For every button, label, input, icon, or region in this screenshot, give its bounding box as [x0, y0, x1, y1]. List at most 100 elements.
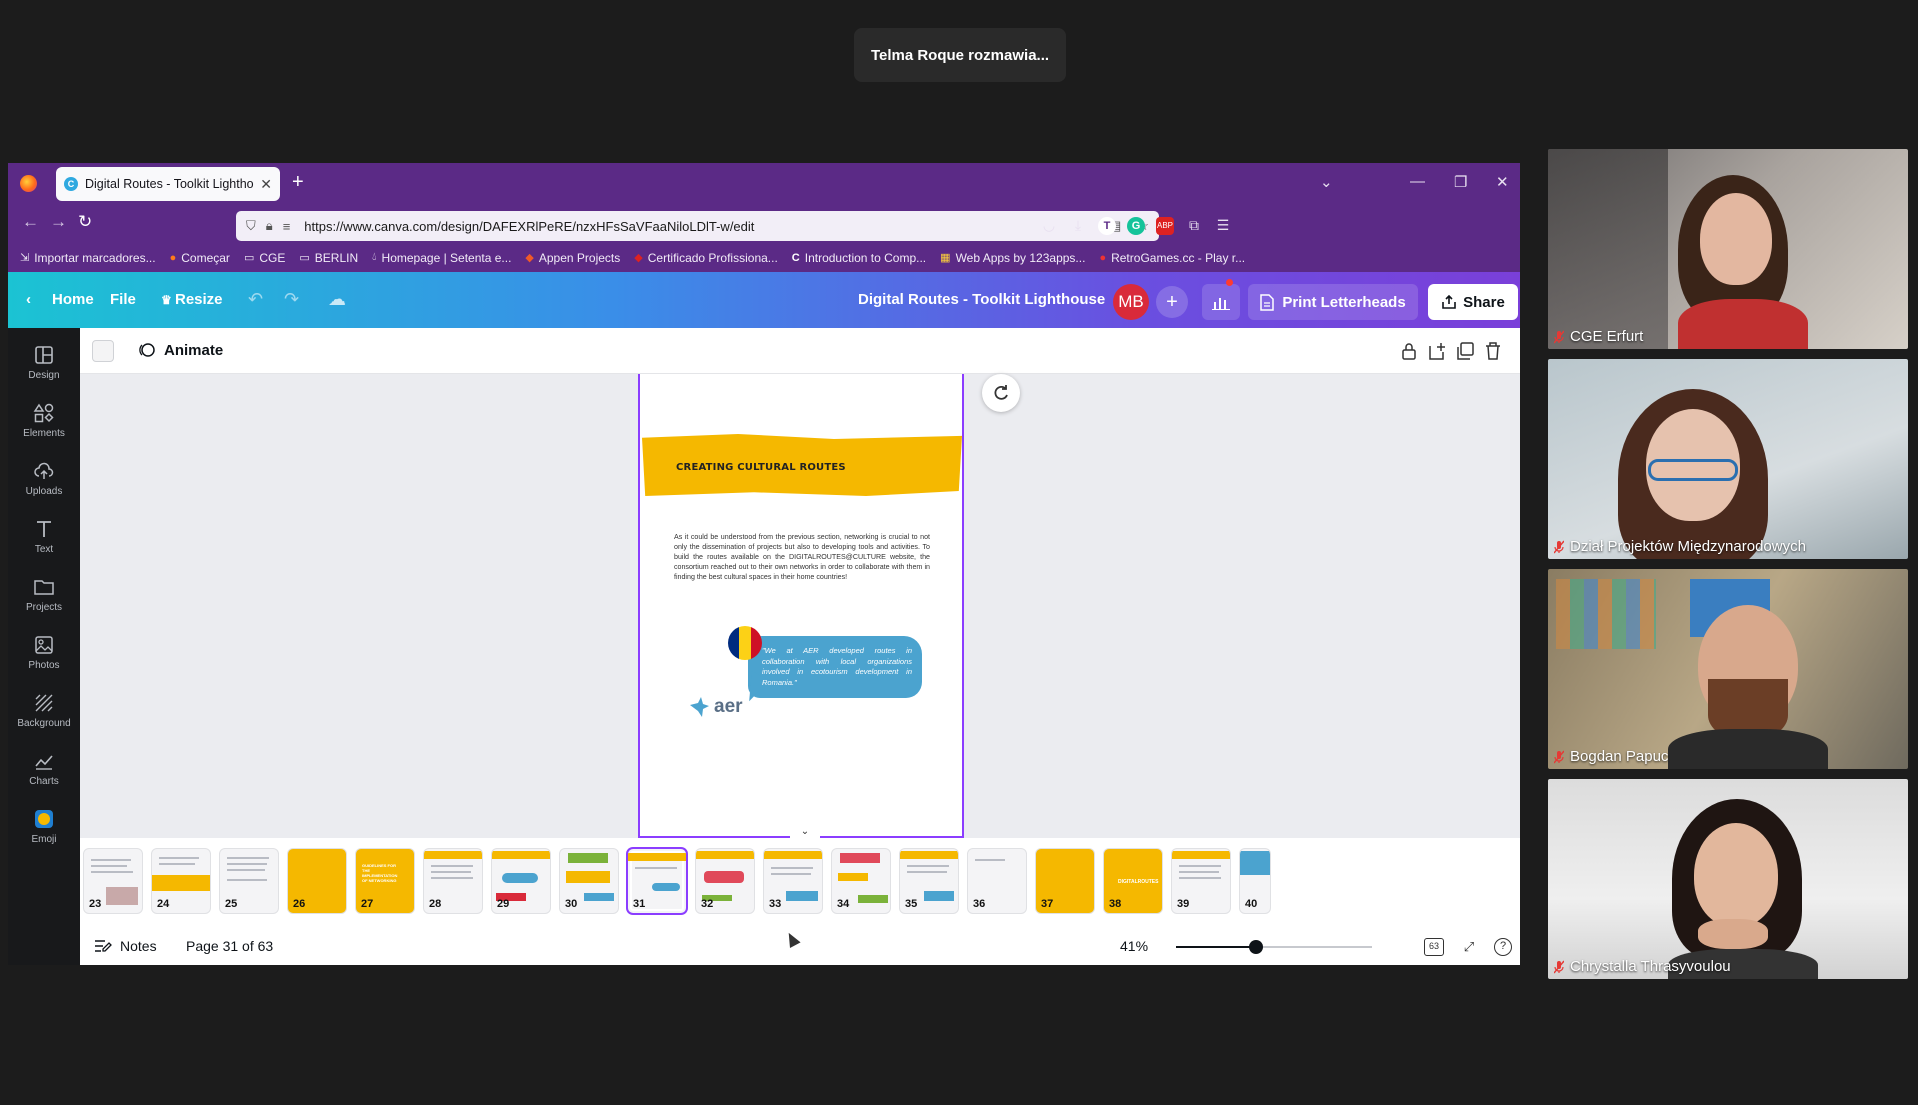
- rail-photos[interactable]: Photos: [8, 634, 80, 671]
- new-tab-icon[interactable]: +: [292, 171, 304, 194]
- page-thumbnail[interactable]: 39: [1172, 849, 1230, 913]
- rail-emoji[interactable]: Emoji: [8, 808, 80, 845]
- reload-icon[interactable]: ↻: [78, 212, 92, 232]
- extension-t-icon[interactable]: T: [1098, 217, 1116, 235]
- page-thumbnail[interactable]: DIGITALROUTES 38: [1104, 849, 1162, 913]
- quote-text[interactable]: "We at AER developed routes in collabora…: [762, 646, 912, 688]
- share-button[interactable]: Share: [1428, 284, 1518, 320]
- restore-icon[interactable]: ❐: [1454, 173, 1467, 191]
- page-thumbnail[interactable]: 32: [696, 849, 754, 913]
- page-heading[interactable]: CREATING CULTURAL ROUTES: [676, 462, 846, 473]
- page-thumbnail[interactable]: 24: [152, 849, 210, 913]
- cloud-saved-icon[interactable]: ☁: [328, 289, 346, 310]
- print-letterheads-button[interactable]: Print Letterheads: [1248, 284, 1418, 320]
- url-text[interactable]: https://www.canva.com/design/DAFEXRlPeRE…: [304, 219, 1099, 234]
- lock-icon[interactable]: 🔒︎: [266, 218, 273, 234]
- page-thumbnail[interactable]: GUIDELINES FOR THE IMPLEMENTATION OF NET…: [356, 849, 414, 913]
- page-thumbnail[interactable]: 23: [84, 849, 142, 913]
- page-count-badge[interactable]: 63: [1424, 938, 1444, 956]
- invite-button[interactable]: +: [1156, 286, 1188, 318]
- browser-tab[interactable]: C Digital Routes - Toolkit Lightho ✕: [56, 167, 280, 201]
- background-color-swatch[interactable]: [92, 340, 114, 362]
- firefox-icon[interactable]: [20, 175, 37, 192]
- delete-page-icon[interactable]: [1482, 340, 1504, 362]
- page-thumbnail[interactable]: 25: [220, 849, 278, 913]
- shield-icon[interactable]: ⛉: [246, 218, 256, 234]
- redo-icon[interactable]: ↷: [284, 289, 299, 310]
- zoom-slider[interactable]: [1176, 940, 1372, 954]
- download-icon[interactable]: ⤓: [1069, 217, 1087, 235]
- bookmark-item[interactable]: ▦ Web Apps by 123apps...: [940, 251, 1085, 265]
- close-window-icon[interactable]: ✕: [1496, 173, 1509, 191]
- aer-logo[interactable]: aer: [688, 696, 743, 718]
- animate-button[interactable]: Animate: [138, 341, 223, 359]
- video-tile[interactable]: Chrystalla Thrasyvoulou: [1548, 779, 1908, 979]
- add-page-icon[interactable]: [1426, 340, 1448, 362]
- page-thumbnail[interactable]: 36: [968, 849, 1026, 913]
- page-thumbnail[interactable]: 28: [424, 849, 482, 913]
- zoom-level[interactable]: 41%: [1120, 938, 1148, 954]
- help-icon[interactable]: ?: [1494, 938, 1512, 956]
- design-page[interactable]: CREATING CULTURAL ROUTES As it could be …: [638, 374, 964, 838]
- rail-elements[interactable]: Elements: [8, 402, 80, 439]
- bookmark-folder[interactable]: ▭ BERLIN: [299, 251, 358, 265]
- grammarly-icon[interactable]: G: [1127, 217, 1145, 235]
- rail-design[interactable]: Design: [8, 344, 80, 381]
- page-thumbnail[interactable]: 37: [1036, 849, 1094, 913]
- bookmark-item[interactable]: ● Começar: [170, 251, 230, 265]
- duplicate-page-icon[interactable]: [1454, 340, 1476, 362]
- zoom-slider-handle[interactable]: [1249, 940, 1264, 954]
- avatar[interactable]: MB: [1113, 284, 1149, 320]
- undo-icon[interactable]: ↶: [248, 289, 263, 310]
- home-button[interactable]: Home: [52, 291, 94, 308]
- coursera-icon: C: [791, 251, 800, 264]
- back-icon[interactable]: ←: [22, 212, 39, 232]
- page-thumbnail[interactable]: 35: [900, 849, 958, 913]
- page-thumbnail[interactable]: 40: [1240, 849, 1270, 913]
- document-title[interactable]: Digital Routes - Toolkit Lighthouse: [858, 291, 1105, 308]
- permissions-icon[interactable]: ≡: [283, 219, 291, 234]
- page-thumbnail[interactable]: 29: [492, 849, 550, 913]
- back-chevron-icon[interactable]: ‹: [26, 291, 31, 308]
- resize-button[interactable]: Resize: [175, 291, 223, 308]
- extensions-icon[interactable]: ⧉: [1185, 217, 1203, 235]
- page-thumbnail[interactable]: 34: [832, 849, 890, 913]
- notification-dot: [1226, 279, 1233, 286]
- rail-uploads[interactable]: Uploads: [8, 460, 80, 497]
- insights-button[interactable]: [1202, 284, 1240, 320]
- bookmark-item[interactable]: ⇲ Importar marcadores...: [20, 251, 156, 265]
- rail-text[interactable]: Text: [8, 518, 80, 555]
- rail-background[interactable]: Background: [8, 692, 80, 729]
- bookmark-item[interactable]: C Introduction to Comp...: [792, 251, 926, 265]
- body-paragraph[interactable]: As it could be understood from the previ…: [674, 532, 930, 582]
- lock-icon[interactable]: [1398, 340, 1420, 362]
- notes-button[interactable]: Notes: [94, 938, 157, 954]
- video-tile[interactable]: Dział Projektów Międzynarodowych: [1548, 359, 1908, 559]
- bookmark-item[interactable]: 💧︎ Homepage | Setenta e...: [372, 251, 511, 265]
- bookmark-item[interactable]: ◆ Appen Projects: [525, 251, 620, 265]
- video-tile[interactable]: CGE Erfurt: [1548, 149, 1908, 349]
- page-thumbnail[interactable]: 26: [288, 849, 346, 913]
- rail-charts[interactable]: Charts: [8, 750, 80, 787]
- participant-face: [1694, 823, 1778, 927]
- video-tile[interactable]: Bogdan Papuc: [1548, 569, 1908, 769]
- bookmark-item[interactable]: ◆ Certificado Profissiona...: [634, 251, 778, 265]
- romania-flag-icon[interactable]: [728, 626, 762, 660]
- pocket-icon[interactable]: ◡: [1040, 217, 1058, 235]
- adblock-icon[interactable]: ABP: [1156, 217, 1174, 235]
- page-thumbnail[interactable]: 30: [560, 849, 618, 913]
- page-thumbnail-selected[interactable]: 31: [628, 849, 686, 913]
- minimize-icon[interactable]: —: [1410, 173, 1425, 190]
- file-menu[interactable]: File: [110, 291, 136, 308]
- rail-projects[interactable]: Projects: [8, 576, 80, 613]
- tab-list-icon[interactable]: ⌄: [1320, 173, 1333, 191]
- fullscreen-icon[interactable]: ⤢: [1458, 936, 1480, 958]
- address-bar[interactable]: ⛉ 🔒︎ ≡ https://www.canva.com/design/DAFE…: [236, 211, 1159, 241]
- menu-icon[interactable]: ☰: [1214, 217, 1232, 235]
- bookmark-folder[interactable]: ▭ CGE: [244, 251, 285, 265]
- forward-icon[interactable]: →: [50, 212, 67, 232]
- regenerate-icon[interactable]: [982, 374, 1020, 412]
- page-thumbnail[interactable]: 33: [764, 849, 822, 913]
- close-tab-icon[interactable]: ✕: [260, 176, 272, 193]
- bookmark-item[interactable]: ● RetroGames.cc - Play r...: [1099, 251, 1245, 265]
